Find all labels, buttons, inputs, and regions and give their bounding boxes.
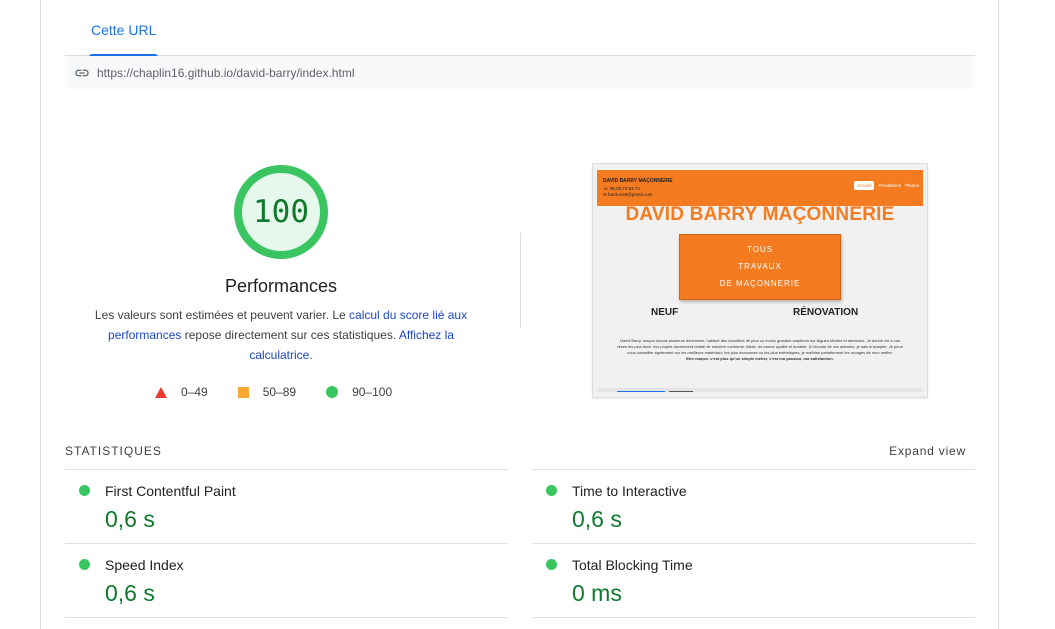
site-renovation: RÉNOVATION xyxy=(793,307,859,318)
metric-value: 0 ms xyxy=(572,580,622,606)
site-bottom-bar-2 xyxy=(669,391,693,392)
metric-name: Speed Index xyxy=(105,557,184,573)
performance-title: Performances xyxy=(224,276,338,296)
performance-gauge: 100 xyxy=(233,164,329,260)
desc-text-1: Les valeurs sont estimées et peuvent var… xyxy=(94,308,350,322)
green-circle-icon xyxy=(326,386,339,398)
vertical-divider xyxy=(520,233,521,328)
metric-tti: Time to Interactive 0,6 s xyxy=(532,469,975,543)
tested-url[interactable]: https://chaplin16.github.io/david-barry/… xyxy=(97,66,354,80)
metric-value: 0,6 s xyxy=(105,580,155,606)
site-header: DAVID BARRY MAÇONNERIE ☏ 06.00.73.63.72 … xyxy=(597,170,923,206)
site-contact: ☏ 06.00.73.63.72 ✉ barrtun40@gmail.com xyxy=(603,186,652,198)
site-hero-box: TOUS TRAVAUX DE MAÇONNERIE xyxy=(679,234,841,300)
legend-label-average: 50–89 xyxy=(262,385,297,399)
site-neuf: NEUF xyxy=(651,307,679,318)
legend-item-average: 50–89 xyxy=(237,385,297,399)
metric-value: 0,6 s xyxy=(572,506,622,532)
site-tagline: Etre maçon, c'est plus qu'un simple méti… xyxy=(686,356,834,361)
performance-score: 100 xyxy=(253,194,309,230)
site-email: ✉ barrtun40@gmail.com xyxy=(603,192,653,197)
green-circle-icon xyxy=(546,485,557,496)
report-panel: Cette URL https://chaplin16.github.io/da… xyxy=(40,0,999,629)
metrics-divider-right xyxy=(532,617,975,618)
green-circle-icon xyxy=(79,559,90,570)
metrics-section-title: STATISTIQUES xyxy=(65,444,162,458)
green-circle-icon xyxy=(546,559,557,570)
site-brand: DAVID BARRY MAÇONNERIE xyxy=(603,178,673,184)
site-nav-services: Prestations xyxy=(878,183,901,188)
tab-bar: Cette URL xyxy=(65,0,975,57)
site-nav-home: Accueil xyxy=(853,181,875,190)
site-bottom-bar-1 xyxy=(617,391,665,392)
legend-item-pass: 90–100 xyxy=(326,385,392,399)
final-screenshot: DAVID BARRY MAÇONNERIE ☏ 06.00.73.63.72 … xyxy=(592,163,928,398)
green-circle-icon xyxy=(79,485,90,496)
link-icon xyxy=(74,65,90,81)
url-bar: https://chaplin16.github.io/david-barry/… xyxy=(65,56,975,89)
legend-label-fail: 0–49 xyxy=(181,385,208,399)
tab-this-url[interactable]: Cette URL xyxy=(89,0,159,57)
site-nav: Accueil Prestations Photos xyxy=(850,181,919,190)
hero-line-2: TRAVAUX xyxy=(738,262,782,271)
metric-value: 0,6 s xyxy=(105,506,155,532)
hero-line-1: TOUS xyxy=(746,245,774,254)
metric-tbt: Total Blocking Time 0 ms xyxy=(532,543,975,617)
site-nav-photos: Photos xyxy=(904,183,919,188)
score-description: Les valeurs sont estimées et peuvent var… xyxy=(89,305,473,365)
desc-text-2: repose directement sur ces statistiques. xyxy=(181,328,399,342)
metric-name: First Contentful Paint xyxy=(105,483,236,499)
metric-name: Time to Interactive xyxy=(572,483,687,499)
site-paragraph-text: David Barry, maçon depuis plusieurs déce… xyxy=(617,338,903,355)
expand-view-button[interactable]: Expand view xyxy=(889,444,966,458)
site-paragraph: David Barry, maçon depuis plusieurs déce… xyxy=(615,338,905,362)
desc-text-3: . xyxy=(309,348,313,362)
red-triangle-icon xyxy=(155,386,167,398)
score-legend: 0–49 50–89 90–100 xyxy=(155,385,422,399)
legend-label-pass: 90–100 xyxy=(352,385,393,399)
metric-speed-index: Speed Index 0,6 s xyxy=(65,543,508,617)
metric-name: Total Blocking Time xyxy=(572,557,693,573)
hero-line-3: DE MAÇONNERIE xyxy=(719,279,801,288)
orange-square-icon xyxy=(237,386,249,398)
metrics-divider-left xyxy=(65,617,508,618)
legend-item-fail: 0–49 xyxy=(155,385,208,399)
site-title: DAVID BARRY MAÇONNERIE xyxy=(625,204,895,225)
metric-fcp: First Contentful Paint 0,6 s xyxy=(65,469,508,543)
site-bottom-strip xyxy=(597,388,923,392)
